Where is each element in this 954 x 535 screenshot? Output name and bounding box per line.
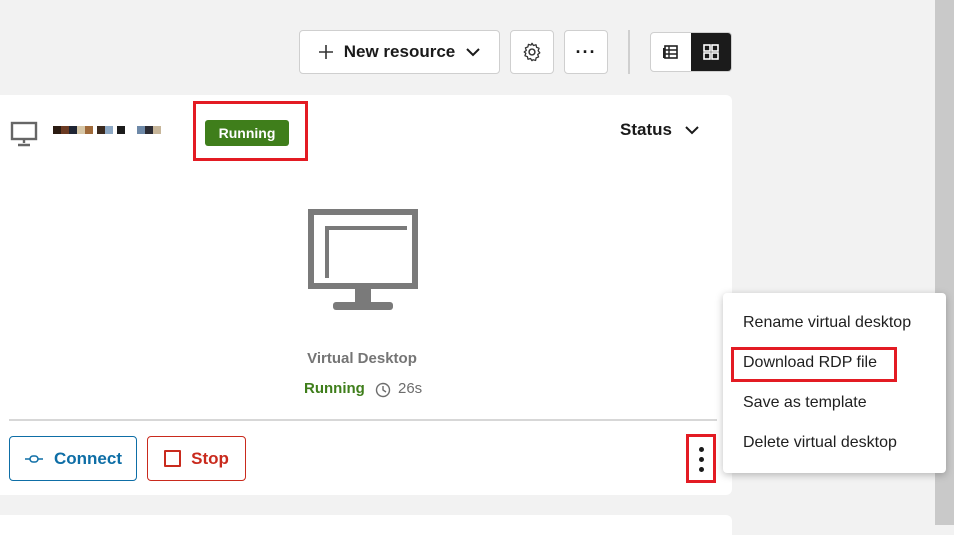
- status-sort-label: Status: [620, 120, 672, 139]
- connect-label: Connect: [54, 448, 122, 468]
- new-resource-button[interactable]: New resource: [299, 30, 500, 74]
- menu-item-save-template[interactable]: Save as template: [743, 394, 867, 412]
- virtual-desktop-monitor-icon: [308, 209, 418, 310]
- desktop-name-redacted: [53, 126, 161, 134]
- new-resource-label: New resource: [343, 42, 456, 61]
- plus-icon: [318, 45, 333, 59]
- resource-state: Running: [304, 380, 365, 397]
- menu-item-delete[interactable]: Delete virtual desktop: [743, 434, 897, 452]
- menu-item-rename[interactable]: Rename virtual desktop: [743, 314, 911, 332]
- grid-view-button[interactable]: [691, 33, 731, 71]
- clock-icon: [375, 382, 391, 398]
- more-icon: ···: [575, 41, 597, 62]
- status-sort-dropdown[interactable]: Status: [620, 120, 700, 140]
- card-actions-menu: Rename virtual desktop Download RDP file…: [723, 293, 946, 473]
- view-toggle: [650, 32, 732, 72]
- grid-view-icon: [703, 44, 719, 60]
- list-view-button[interactable]: [651, 33, 691, 71]
- resource-type-label: Virtual Desktop: [307, 350, 417, 367]
- monitor-icon: [10, 121, 38, 147]
- card-divider: [9, 419, 717, 421]
- stop-label: Stop: [191, 448, 229, 468]
- next-card: [0, 515, 732, 535]
- toolbar-divider: [628, 30, 630, 74]
- highlight-download-rdp: [731, 347, 897, 382]
- more-options-button[interactable]: ···: [564, 30, 608, 74]
- highlight-status-badge: [193, 101, 308, 161]
- list-view-icon: [663, 45, 678, 59]
- uptime: 26s: [398, 380, 423, 397]
- connect-button[interactable]: Connect: [9, 436, 137, 481]
- settings-button[interactable]: [510, 30, 554, 74]
- chevron-down-icon: [466, 48, 480, 57]
- stop-button[interactable]: Stop: [147, 436, 246, 481]
- gear-icon: [523, 42, 541, 62]
- plug-icon: [25, 454, 43, 463]
- stop-icon: [164, 450, 182, 467]
- highlight-card-actions: [686, 434, 716, 483]
- chevron-down-icon: [685, 126, 699, 135]
